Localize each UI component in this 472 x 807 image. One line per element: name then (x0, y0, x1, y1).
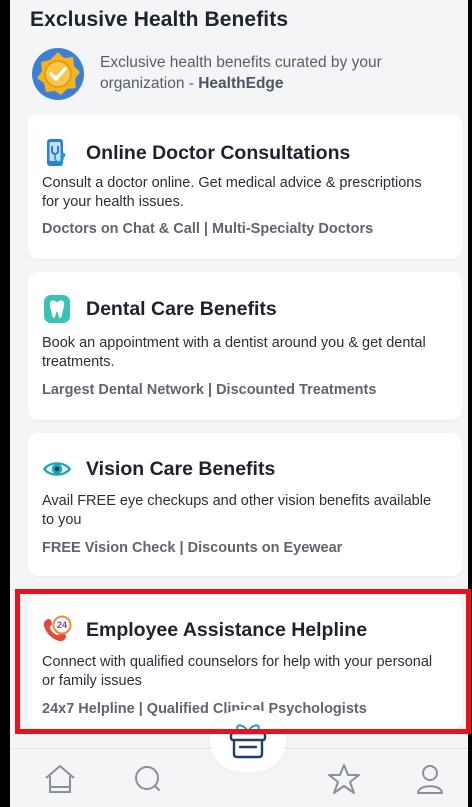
card-header: Dental Care Benefits (42, 292, 277, 326)
benefit-card-online-doctor[interactable]: Online Doctor Consultations Consult a do… (28, 114, 462, 259)
home-icon[interactable] (38, 757, 82, 801)
benefit-card-vision[interactable]: Vision Care Benefits Avail FREE eye chec… (28, 433, 462, 576)
card-tags: Largest Dental Network | Discounted Trea… (42, 382, 377, 398)
card-title: Online Doctor Consultations (86, 141, 351, 164)
card-description: Book an appointment with a dentist aroun… (42, 335, 426, 370)
card-title: Dental Care Benefits (86, 297, 277, 320)
organization-name: HealthEdge (198, 75, 284, 92)
star-icon[interactable] (322, 757, 366, 801)
card-header: Online Doctor Consultations (42, 136, 350, 170)
search-icon[interactable] (126, 757, 170, 801)
profile-icon[interactable] (408, 757, 452, 801)
card-description: Consult a doctor online. Get medical adv… (42, 175, 422, 210)
card-description: Avail FREE eye checkups and other vision… (42, 493, 432, 528)
tooth-icon (42, 294, 72, 324)
screenshot-frame: Exclusive Health Benefits Exclusive heal… (0, 0, 472, 807)
card-tags: Doctors on Chat & Call | Multi-Specialty… (42, 221, 374, 237)
card-header: Vision Care Benefits (42, 452, 275, 486)
organization-description: Exclusive health benefits curated by you… (100, 52, 450, 94)
highlight-box (15, 589, 471, 734)
benefit-card-dental[interactable]: Dental Care Benefits Book an appointment… (28, 272, 462, 420)
card-title: Vision Care Benefits (86, 457, 276, 480)
phone-stethoscope-icon (42, 138, 72, 168)
badge-medal-icon (32, 48, 84, 100)
card-tags: FREE Vision Check | Discounts on Eyewear (42, 540, 343, 556)
section-title: Exclusive Health Benefits (30, 8, 289, 31)
organization-banner: Exclusive health benefits curated by you… (30, 44, 450, 104)
eye-icon (42, 454, 72, 484)
